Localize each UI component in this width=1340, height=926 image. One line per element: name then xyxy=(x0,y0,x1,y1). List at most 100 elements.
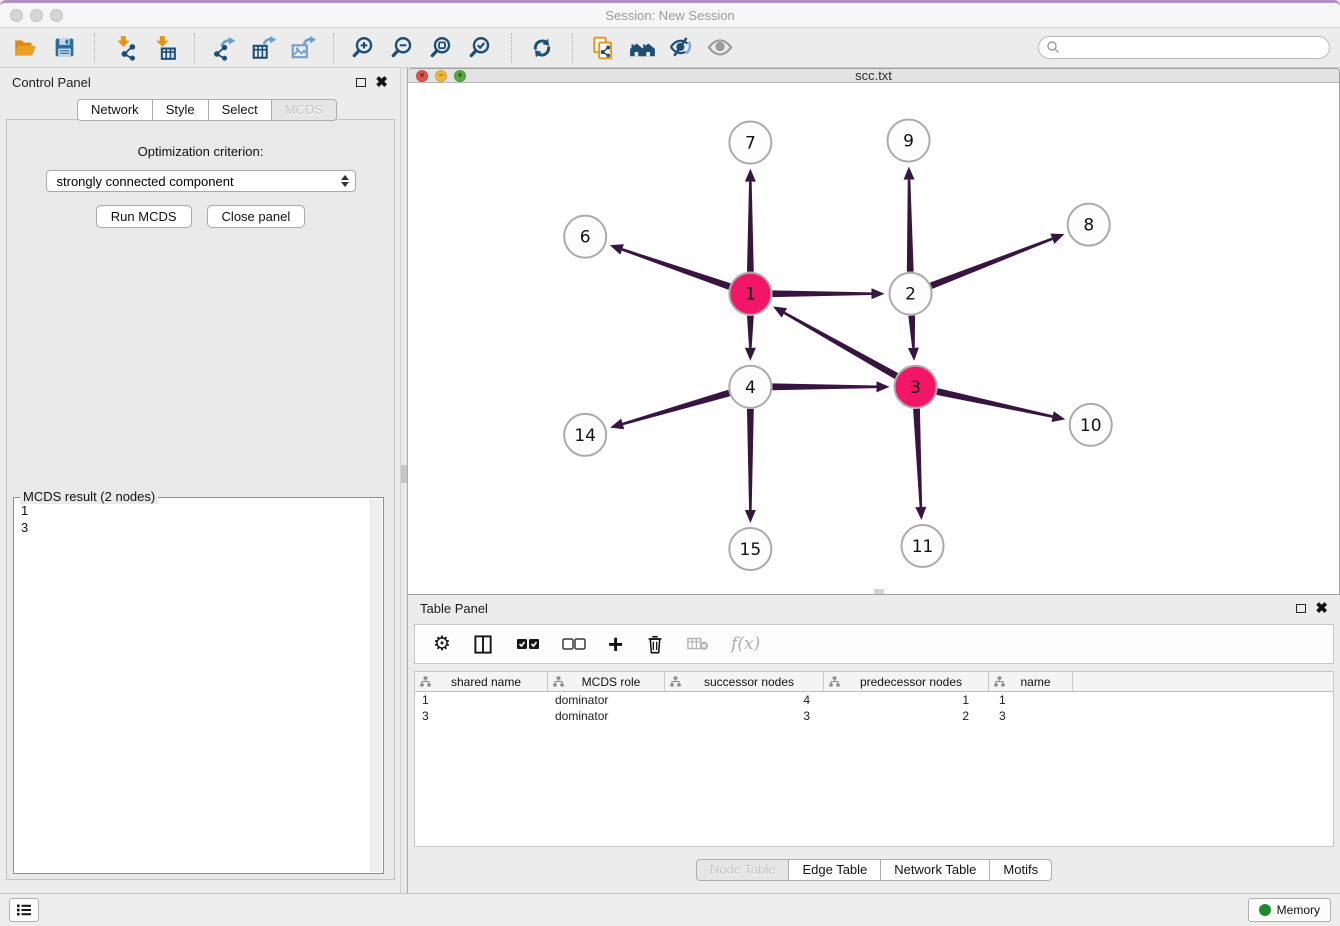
graph-node-label-1: 1 xyxy=(745,285,756,305)
zoom-out-icon[interactable] xyxy=(388,33,418,63)
table-cell: 1 xyxy=(989,693,1073,707)
export-image-icon[interactable] xyxy=(288,33,318,63)
graph-edge-1-4[interactable] xyxy=(747,316,754,348)
node-table-body: 1dominator4113dominator323 xyxy=(415,692,1333,724)
tab-node-table[interactable]: Node Table xyxy=(696,859,790,881)
tab-motifs[interactable]: Motifs xyxy=(990,859,1052,881)
graph-edge-4-3[interactable] xyxy=(772,384,876,391)
graph-node-label-14: 14 xyxy=(574,426,596,446)
zoom-check-icon[interactable] xyxy=(466,33,496,63)
toolbar-separator xyxy=(333,33,334,63)
close-panel-icon[interactable]: ✖ xyxy=(375,75,388,90)
graph-edge-2-3[interactable] xyxy=(908,316,915,348)
function-icon: f(x) xyxy=(731,634,760,654)
save-disk-icon[interactable] xyxy=(49,33,79,63)
zoom-fit-icon[interactable] xyxy=(427,33,457,63)
workspace: Control Panel ✖ Network Style Select MCD… xyxy=(0,68,1340,893)
graph-edge-3-11[interactable] xyxy=(913,409,922,507)
eye-slash-icon[interactable] xyxy=(666,33,696,63)
export-network-icon[interactable] xyxy=(210,33,240,63)
run-mcds-button[interactable]: Run MCDS xyxy=(96,205,192,228)
table-panel-title: Table Panel xyxy=(420,601,488,616)
memory-button[interactable]: Memory xyxy=(1248,898,1331,922)
graph-edge-arrowhead xyxy=(908,348,919,361)
column-tree-icon xyxy=(670,676,681,687)
tab-select[interactable]: Select xyxy=(209,99,272,121)
task-history-button[interactable] xyxy=(9,898,39,922)
import-network-icon[interactable] xyxy=(110,33,140,63)
column-header-predecessor-nodes[interactable]: predecessor nodes xyxy=(824,672,989,691)
column-tree-icon xyxy=(994,676,1005,687)
search-icon xyxy=(1046,40,1060,59)
delete-table-icon xyxy=(687,636,709,652)
table-cell: 3 xyxy=(665,709,824,723)
float-panel-icon[interactable] xyxy=(356,78,366,87)
graph-edge-1-7[interactable] xyxy=(747,182,754,272)
column-header-MCDS-role[interactable]: MCDS role xyxy=(548,672,665,691)
mcds-result-box: MCDS result (2 nodes) 1 3 xyxy=(13,497,384,874)
splitter-handle-icon[interactable] xyxy=(401,465,407,483)
table-row[interactable]: 1dominator411 xyxy=(415,692,1333,708)
network-canvas[interactable]: 7968124314101511 xyxy=(408,83,1339,594)
select-all-checks-icon[interactable] xyxy=(516,637,540,651)
network-window-title: scc.txt xyxy=(408,68,1339,83)
search-input[interactable] xyxy=(1038,36,1330,59)
column-header-successor-nodes[interactable]: successor nodes xyxy=(665,672,824,691)
network-window: × − + scc.txt 7968124314101511 xyxy=(408,68,1340,595)
column-header-name[interactable]: name xyxy=(989,672,1073,691)
graph-node-label-9: 9 xyxy=(903,132,914,152)
graph-node-label-15: 15 xyxy=(740,540,762,560)
graph-edge-arrowhead xyxy=(745,169,756,182)
tab-network[interactable]: Network xyxy=(77,99,153,121)
homes-icon[interactable] xyxy=(627,33,657,63)
open-folder-icon[interactable] xyxy=(10,33,40,63)
graph-edge-2-8[interactable] xyxy=(930,238,1053,289)
export-table-icon[interactable] xyxy=(249,33,279,63)
graph-edge-arrowhead xyxy=(745,510,756,523)
graph-edge-2-9[interactable] xyxy=(907,180,914,272)
column-header-label: shared name xyxy=(431,675,547,689)
tab-style[interactable]: Style xyxy=(153,99,209,121)
table-cell: 3 xyxy=(989,709,1073,723)
tab-mcds[interactable]: MCDS xyxy=(272,99,337,121)
titlebar: Session: New Session xyxy=(0,3,1340,28)
graph-edge-3-1[interactable] xyxy=(784,312,898,379)
close-panel-button[interactable]: Close panel xyxy=(207,205,306,228)
table-row[interactable]: 3dominator323 xyxy=(415,708,1333,724)
graph-edge-3-10[interactable] xyxy=(936,389,1053,419)
panel-splitter[interactable] xyxy=(400,68,408,893)
graph-node-label-7: 7 xyxy=(745,134,756,154)
graph-node-label-11: 11 xyxy=(912,537,934,557)
right-column: × − + scc.txt 7968124314101511 Table Pan… xyxy=(408,68,1340,893)
node-table[interactable]: shared nameMCDS rolesuccessor nodesprede… xyxy=(414,671,1334,847)
graph-node-label-10: 10 xyxy=(1080,416,1102,436)
graph-edge-1-6[interactable] xyxy=(622,249,731,291)
trash-icon[interactable] xyxy=(645,634,665,655)
copy-network-icon[interactable] xyxy=(588,33,618,63)
table-tabs: Node Table Edge Table Network Table Moti… xyxy=(408,847,1340,893)
refresh-icon[interactable] xyxy=(527,33,557,63)
tab-network-table[interactable]: Network Table xyxy=(881,859,990,881)
window-title: Session: New Session xyxy=(0,8,1340,23)
canvas-resize-handle-icon[interactable] xyxy=(874,589,884,594)
table-panel: Table Panel ✖ ⚙ xyxy=(408,595,1340,893)
criterion-dropdown[interactable]: strongly connected component xyxy=(46,170,356,192)
gear-icon[interactable]: ⚙ xyxy=(433,634,451,654)
clear-checks-icon[interactable] xyxy=(562,637,586,651)
column-tree-icon xyxy=(829,676,840,687)
table-cell: dominator xyxy=(548,709,665,723)
import-table-icon[interactable] xyxy=(149,33,179,63)
columns-icon[interactable] xyxy=(473,634,494,655)
graph-edge-4-14[interactable] xyxy=(622,390,730,426)
tab-edge-table[interactable]: Edge Table xyxy=(789,859,881,881)
graph-edge-1-2[interactable] xyxy=(772,291,871,298)
zoom-in-icon[interactable] xyxy=(349,33,379,63)
column-header-shared-name[interactable]: shared name xyxy=(415,672,548,691)
float-table-panel-icon[interactable] xyxy=(1296,604,1306,613)
graph-edge-4-15[interactable] xyxy=(747,409,754,510)
close-table-panel-icon[interactable]: ✖ xyxy=(1315,601,1328,616)
graph-edge-arrowhead xyxy=(610,419,624,430)
mcds-result-scrollbar[interactable] xyxy=(370,499,382,872)
eye-icon[interactable] xyxy=(705,33,735,63)
table-panel-header: Table Panel ✖ xyxy=(408,595,1340,622)
